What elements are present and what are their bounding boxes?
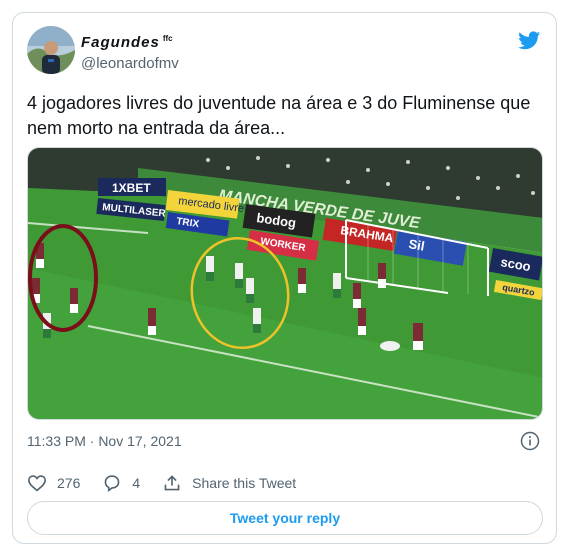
display-name[interactable]: Fagundes ffc bbox=[81, 34, 173, 51]
tweet-media[interactable]: MANCHA VERDE DE JUVE 1XBET MULTILASER me… bbox=[27, 147, 543, 420]
reply-bubble-icon bbox=[104, 475, 120, 492]
ad-sil: Sil bbox=[407, 236, 425, 254]
heart-icon bbox=[27, 475, 47, 492]
like-button[interactable]: 276 bbox=[27, 474, 80, 492]
display-name-text: Fagundes bbox=[81, 34, 160, 51]
name-badge: ffc bbox=[162, 34, 173, 43]
twitter-bird-icon[interactable] bbox=[517, 29, 542, 51]
reply-button[interactable]: 4 bbox=[102, 474, 140, 492]
info-icon[interactable] bbox=[520, 431, 540, 451]
like-count: 276 bbox=[57, 475, 81, 491]
tweet-text: 4 jogadores livres do juventude na área … bbox=[27, 93, 531, 138]
reply-count: 4 bbox=[132, 475, 141, 491]
ad-1xbet: 1XBET bbox=[112, 181, 151, 195]
share-icon bbox=[164, 475, 180, 491]
avatar[interactable] bbox=[27, 26, 75, 74]
avatar-image bbox=[27, 26, 75, 74]
football-pitch-image: MANCHA VERDE DE JUVE 1XBET MULTILASER me… bbox=[28, 148, 542, 419]
share-button[interactable]: Share this Tweet bbox=[162, 474, 296, 492]
tweet-timestamp[interactable]: 11:33 PM · Nov 17, 2021 bbox=[27, 433, 182, 449]
share-label: Share this Tweet bbox=[192, 475, 297, 491]
tweet-your-reply-button[interactable]: Tweet your reply bbox=[27, 501, 543, 535]
tweet-actions: 276 4 Share this Tweet bbox=[27, 473, 318, 493]
tweet-card: Fagundes ffc @leonardofmv 4 jogadores liv… bbox=[12, 12, 557, 544]
user-handle[interactable]: @leonardofmv bbox=[81, 55, 179, 72]
